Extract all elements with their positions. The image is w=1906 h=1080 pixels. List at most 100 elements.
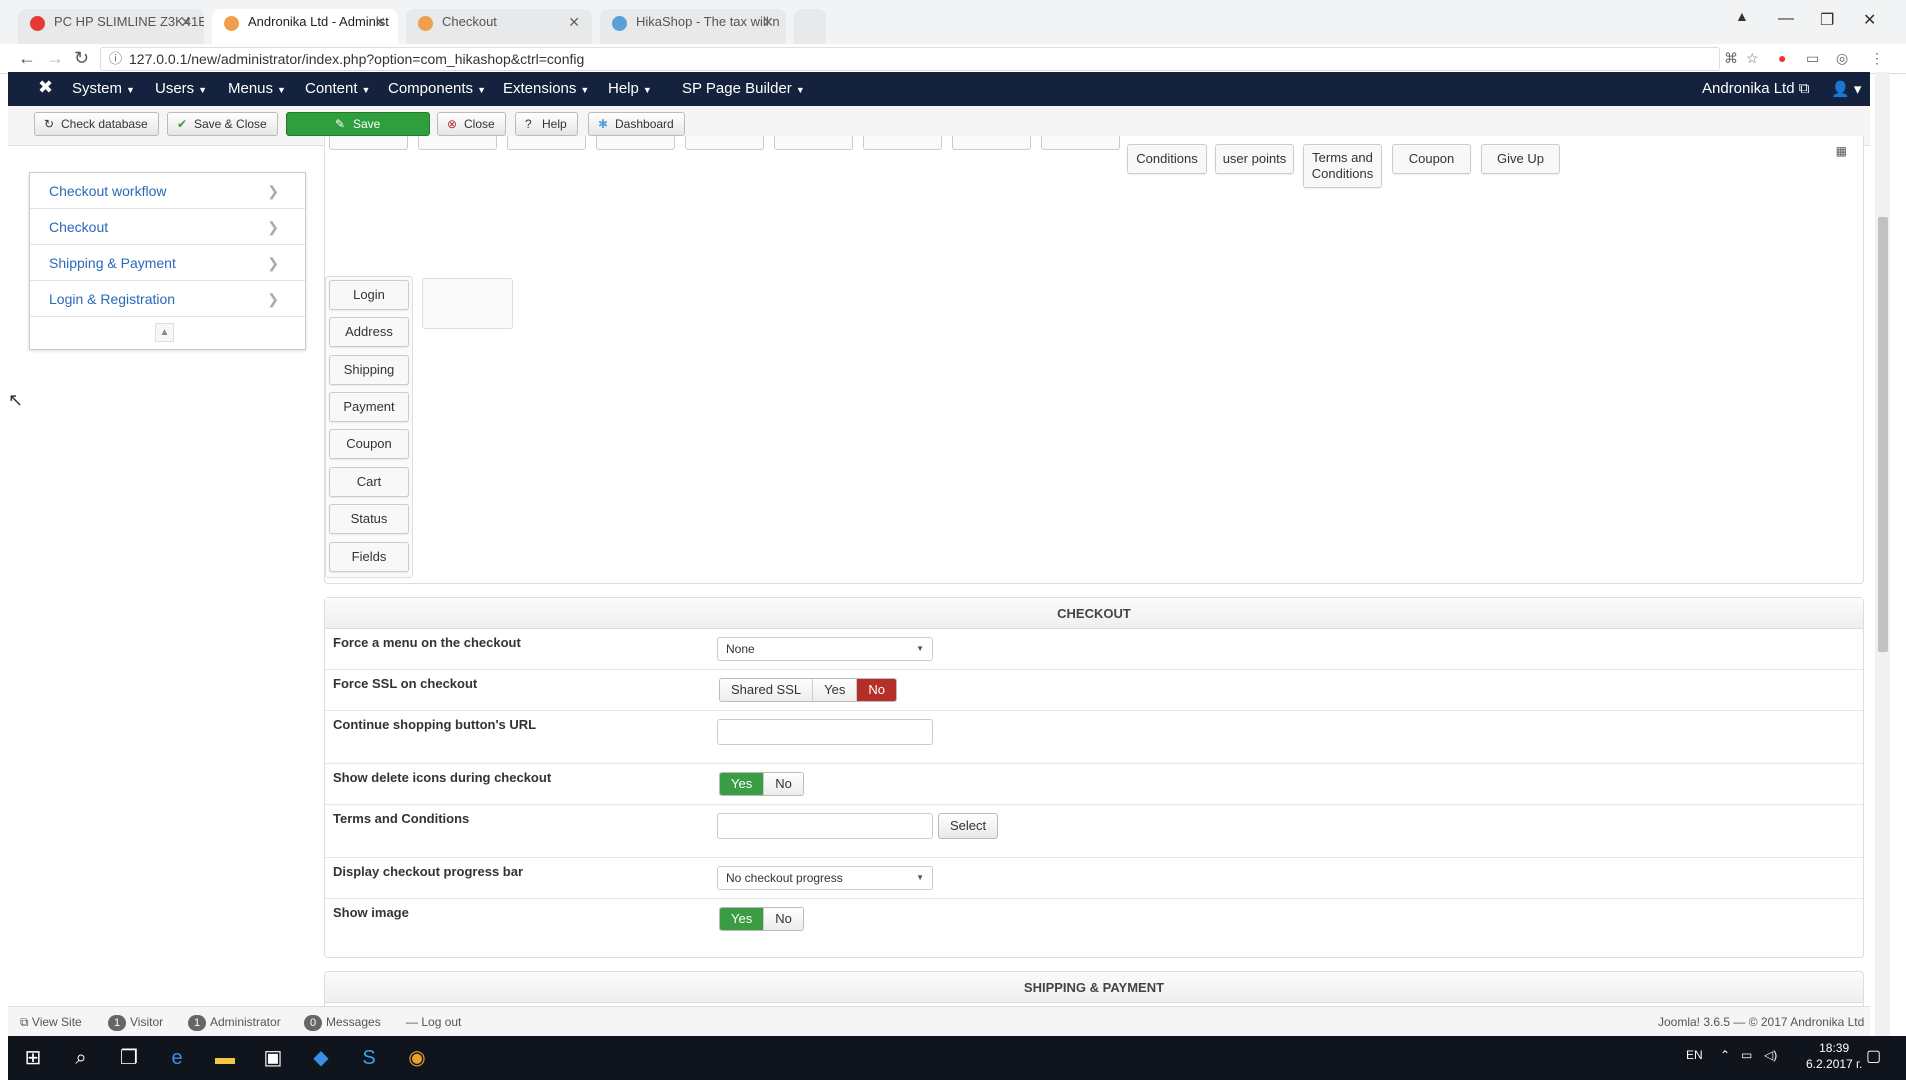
workflow-slot[interactable]: [685, 136, 764, 150]
store-icon[interactable]: ▣: [258, 1044, 288, 1072]
clock[interactable]: 18:39 6.2.2017 г.: [1806, 1040, 1862, 1072]
browser-tab[interactable]: Checkout ✕: [406, 9, 592, 44]
workflow-block-give-up[interactable]: Give Up: [1481, 144, 1560, 174]
help-button[interactable]: ? Help: [515, 112, 578, 136]
visitor-count[interactable]: 1 Visitor: [108, 1015, 163, 1031]
terms-input[interactable]: [717, 813, 933, 839]
save-button[interactable]: ✎ Save: [286, 112, 430, 136]
close-tab-icon[interactable]: ✕: [762, 9, 774, 35]
volume-icon[interactable]: ◁): [1764, 1048, 1777, 1062]
workflow-slot[interactable]: [863, 136, 942, 150]
ssl-yes-option[interactable]: Yes: [813, 679, 858, 701]
menu-extensions[interactable]: Extensions ▼: [503, 80, 589, 97]
workflow-slot[interactable]: [507, 136, 586, 150]
minimize-icon[interactable]: —: [1778, 10, 1794, 28]
menu-content[interactable]: Content ▼: [305, 80, 370, 97]
scrollbar-thumb[interactable]: [1878, 217, 1888, 652]
restore-icon[interactable]: ❐: [1820, 10, 1834, 30]
sidebar-item-checkout[interactable]: Checkout ❯: [30, 209, 305, 245]
progress-select[interactable]: No checkout progress ▼: [717, 866, 933, 890]
delete-icons-yes[interactable]: Yes: [720, 773, 765, 795]
continue-url-input[interactable]: [717, 719, 933, 745]
language-indicator[interactable]: EN: [1686, 1048, 1703, 1062]
app-icon[interactable]: ◆: [306, 1044, 336, 1072]
save-close-button[interactable]: ✔ Save & Close: [167, 112, 278, 136]
ssl-no-option[interactable]: No: [857, 679, 896, 701]
admin-count[interactable]: 1 Administrator: [188, 1015, 281, 1031]
sidebar-item-shipping-payment[interactable]: Shipping & Payment ❯: [30, 245, 305, 281]
close-tab-icon[interactable]: ✕: [568, 9, 580, 35]
url-input[interactable]: ⓘ 127.0.0.1/new/administrator/index.php?…: [100, 47, 1720, 71]
menu-users[interactable]: Users ▼: [155, 80, 207, 97]
notifications-icon[interactable]: ▢: [1866, 1046, 1881, 1066]
browser-tab-active[interactable]: Andronika Ltd - Administ ✕: [212, 9, 398, 44]
search-icon[interactable]: ⌕: [66, 1044, 96, 1072]
page-scrollbar[interactable]: [1875, 72, 1890, 1036]
workflow-slot[interactable]: [418, 136, 497, 150]
browser-tab[interactable]: HikaShop - The tax will n ✕: [600, 9, 786, 44]
extension-icon[interactable]: ◎: [1836, 50, 1848, 67]
edge-icon[interactable]: e: [162, 1044, 192, 1072]
workflow-slot[interactable]: [774, 136, 853, 150]
opera-icon[interactable]: ●: [1778, 50, 1786, 66]
workflow-block-conditions[interactable]: Conditions: [1127, 144, 1207, 174]
close-tab-icon[interactable]: ✕: [374, 9, 386, 35]
workflow-block-terms[interactable]: Terms and Conditions: [1303, 144, 1382, 188]
close-window-icon[interactable]: ✕: [1863, 10, 1876, 30]
messages-count[interactable]: 0 Messages: [304, 1015, 381, 1031]
close-button[interactable]: ⊗ Close: [437, 112, 506, 136]
task-view-icon[interactable]: ❐: [114, 1044, 144, 1072]
workflow-block-user-points[interactable]: user points: [1215, 144, 1294, 174]
delete-icons-no[interactable]: No: [764, 773, 803, 795]
show-image-yes[interactable]: Yes: [720, 908, 765, 930]
menu-icon[interactable]: ⋮: [1870, 50, 1884, 67]
reload-icon[interactable]: ↻: [74, 48, 89, 69]
workflow-slot[interactable]: [952, 136, 1031, 150]
close-tab-icon[interactable]: ✕: [180, 9, 192, 35]
sidebar-item-checkout-workflow[interactable]: Checkout workflow ❯: [30, 173, 305, 209]
workflow-block-coupon[interactable]: Coupon: [1392, 144, 1471, 174]
component-address[interactable]: Address: [329, 317, 409, 347]
show-image-no[interactable]: No: [764, 908, 803, 930]
user-menu-icon[interactable]: 👤 ▾: [1831, 80, 1861, 98]
workflow-slot[interactable]: [329, 136, 408, 150]
component-shipping[interactable]: Shipping: [329, 355, 409, 385]
view-site-link[interactable]: ⧉ View Site: [20, 1015, 82, 1030]
dashboard-button[interactable]: ✱ Dashboard: [588, 112, 685, 136]
component-coupon[interactable]: Coupon: [329, 429, 409, 459]
component-cart[interactable]: Cart: [329, 467, 409, 497]
force-menu-select[interactable]: None ▼: [717, 637, 933, 661]
menu-components[interactable]: Components ▼: [388, 80, 486, 97]
chrome-icon[interactable]: ◉: [402, 1044, 432, 1072]
profile-icon[interactable]: ▲: [1735, 8, 1749, 24]
back-icon[interactable]: ←: [18, 48, 36, 69]
ssl-shared-option[interactable]: Shared SSL: [720, 679, 814, 701]
cast-icon[interactable]: ▭: [1806, 50, 1819, 67]
windows-start-icon[interactable]: ⊞: [18, 1044, 48, 1072]
bookmark-star-icon[interactable]: ☆: [1746, 50, 1759, 67]
menu-menus[interactable]: Menus ▼: [228, 80, 286, 97]
site-link[interactable]: Andronika Ltd ⧉: [1702, 80, 1809, 97]
terms-select-button[interactable]: Select: [938, 813, 999, 839]
tray-chevron-icon[interactable]: ⌃: [1720, 1048, 1730, 1062]
sidebar-item-login-registration[interactable]: Login & Registration ❯: [30, 281, 305, 317]
component-fields[interactable]: Fields: [329, 542, 409, 572]
new-tab-button[interactable]: [794, 9, 826, 44]
workflow-slot[interactable]: [596, 136, 675, 150]
eject-icon[interactable]: ▲: [155, 323, 174, 342]
forward-icon[interactable]: →: [46, 48, 64, 69]
menu-system[interactable]: System ▼: [72, 80, 135, 97]
file-explorer-icon[interactable]: ▬: [210, 1044, 240, 1072]
check-database-button[interactable]: ↻ Check database: [34, 112, 159, 136]
joomla-logo-icon[interactable]: ✖: [38, 77, 53, 98]
workflow-dropzone[interactable]: [422, 278, 513, 329]
logout-link[interactable]: — Log out: [406, 1015, 461, 1029]
network-icon[interactable]: ▭: [1741, 1048, 1752, 1062]
component-login[interactable]: Login: [329, 280, 409, 310]
browser-tab[interactable]: PC HP SLIMLINE Z3K41E ✕: [18, 9, 204, 44]
component-payment[interactable]: Payment: [329, 392, 409, 422]
translate-icon[interactable]: ⌘: [1724, 50, 1738, 67]
component-status[interactable]: Status: [329, 504, 409, 534]
grid-icon[interactable]: ▦: [1836, 144, 1847, 158]
menu-sp-page-builder[interactable]: SP Page Builder ▼: [682, 80, 805, 97]
